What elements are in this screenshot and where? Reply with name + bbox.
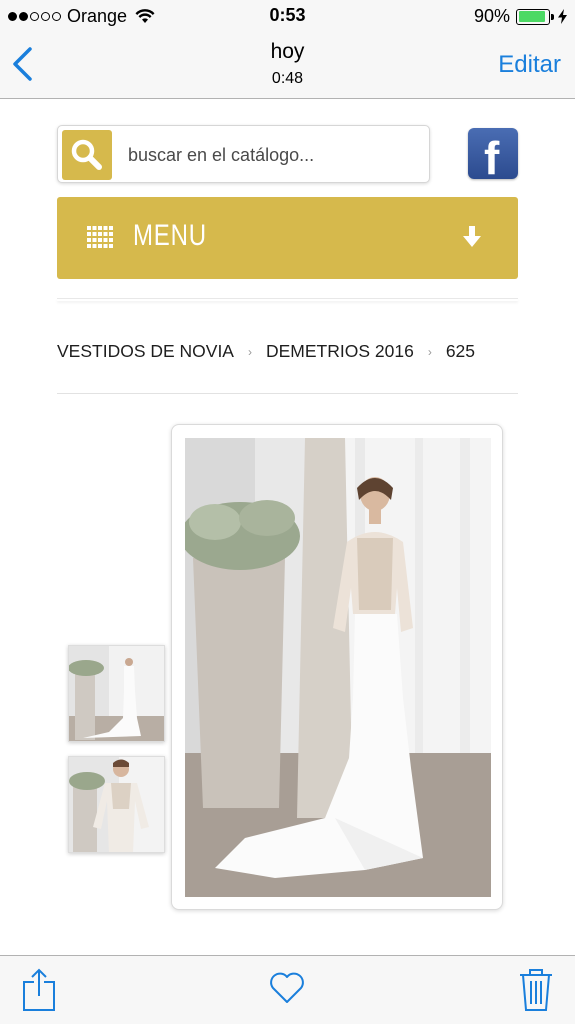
main-product-image[interactable] (185, 438, 491, 897)
share-icon (23, 968, 55, 1011)
search-input[interactable] (128, 140, 418, 170)
breadcrumb-item-category[interactable]: VESTIDOS DE NOVIA (57, 341, 234, 362)
wedding-dress-closeup-thumbnail-image (69, 757, 164, 852)
thumbnail-full-view[interactable] (68, 645, 165, 742)
grid-icon (87, 226, 113, 248)
battery-percent: 90% (473, 6, 510, 26)
heart-icon (270, 972, 304, 1003)
nav-subtitle: 0:48 (271, 70, 304, 87)
divider (57, 298, 518, 301)
breadcrumb-item-collection[interactable]: DEMETRIOS 2016 (266, 341, 414, 362)
facebook-icon: f (484, 132, 500, 179)
navigation-bar: hoy 0:48 Editar (0, 32, 575, 99)
thumbnail-closeup[interactable] (68, 756, 165, 853)
favorite-button[interactable] (269, 972, 305, 1009)
facebook-button[interactable]: f (468, 128, 518, 179)
bottom-toolbar (0, 955, 575, 1024)
search-icon (71, 139, 102, 170)
menu-label: MENU (133, 219, 207, 252)
breadcrumb-item-current: 625 (445, 341, 476, 361)
wedding-dress-thumbnail-image (69, 646, 164, 741)
search-button[interactable] (62, 130, 112, 180)
battery-fill (518, 11, 545, 22)
share-button[interactable] (22, 968, 56, 1017)
status-bar: Orange 0:53 90% (0, 0, 575, 32)
divider (57, 393, 518, 394)
nav-title: hoy (270, 40, 305, 63)
trash-icon (520, 969, 552, 1011)
main-image-frame (171, 424, 503, 910)
wedding-dress-image (185, 438, 491, 897)
edit-button[interactable]: Editar (498, 51, 561, 79)
breadcrumb-separator: › (247, 344, 252, 359)
status-right: 90% (474, 6, 567, 27)
breadcrumb: VESTIDOS DE NOVIA › DEMETRIOS 2016 › 625 (57, 341, 475, 362)
trash-button[interactable] (519, 968, 553, 1017)
charging-icon (558, 9, 567, 24)
menu-button[interactable]: MENU (57, 197, 518, 279)
battery-icon (516, 8, 554, 25)
search-box (57, 125, 430, 183)
breadcrumb-separator: › (427, 344, 432, 359)
arrow-down-icon (463, 226, 481, 247)
